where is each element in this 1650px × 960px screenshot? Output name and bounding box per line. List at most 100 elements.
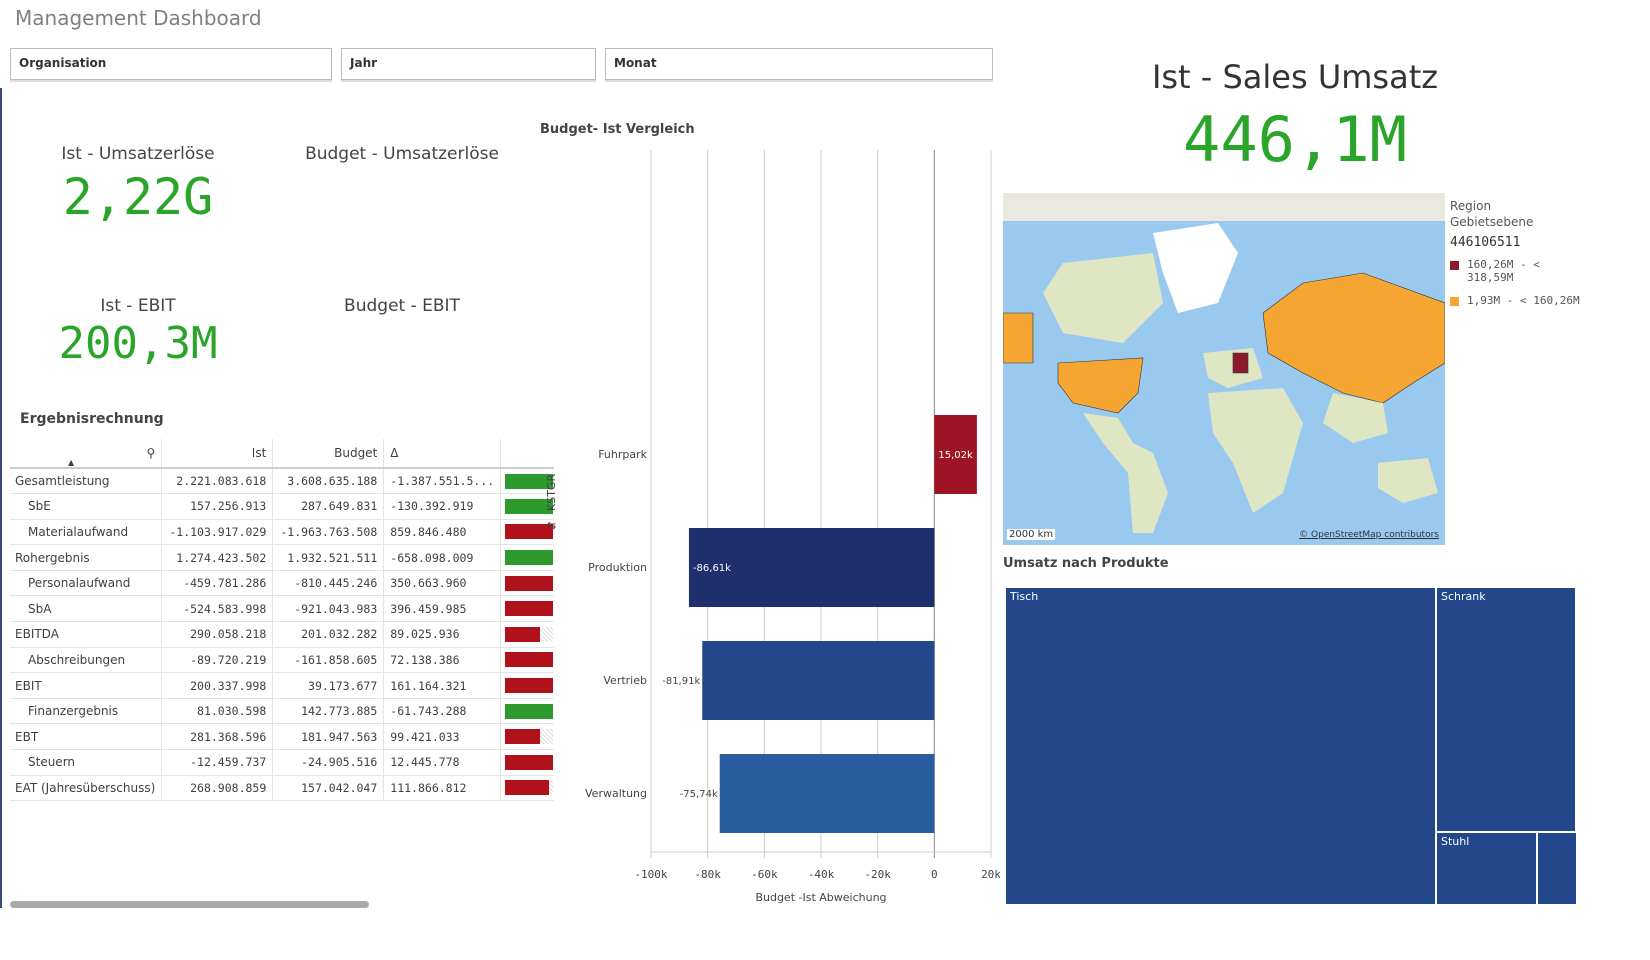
- table-title: Ergebnisrechnung: [20, 411, 164, 427]
- data-label: -86,61k: [693, 563, 731, 574]
- table-row[interactable]: EBT 281.368.596 181.947.563 99.421.033: [10, 723, 554, 751]
- sales-kpi-value: 446,1M: [1183, 103, 1407, 176]
- legend-item-1[interactable]: 160,26M - < 318,59M: [1450, 258, 1650, 284]
- table-row[interactable]: SbE 157.256.913 287.649.831 -130.392.919: [10, 493, 554, 520]
- kpi-ist-umsatz-label: Ist - Umsatzerlöse: [61, 144, 215, 164]
- delta-value: 396.459.985: [383, 595, 501, 623]
- table-row[interactable]: EBITDA 290.058.218 201.032.282 89.025.93…: [10, 621, 554, 648]
- delta-header[interactable]: Δ: [383, 439, 501, 469]
- x-tick-label: 0: [931, 868, 938, 881]
- budget-value: -921.043.983: [272, 595, 384, 623]
- x-tick-label: 20k: [981, 868, 1000, 881]
- row-name[interactable]: Gesamtleistung: [10, 468, 162, 495]
- search-icon[interactable]: ⚲: [146, 446, 155, 460]
- budget-value: 1.932.521.511: [272, 544, 384, 571]
- delta-value: -658.098.009: [383, 544, 501, 571]
- data-label: 15,02k: [938, 450, 973, 461]
- row-name[interactable]: EBT: [10, 723, 162, 751]
- filter-organisation[interactable]: Organisation: [10, 48, 332, 80]
- ist-value: -12.459.737: [161, 749, 273, 776]
- map-shapes: [1003, 223, 1445, 533]
- budget-value: 142.773.885: [272, 698, 384, 725]
- ist-value: 281.368.596: [161, 723, 273, 751]
- table-row[interactable]: Rohergebnis 1.274.423.502 1.932.521.511 …: [10, 544, 554, 571]
- table-row[interactable]: Steuern -12.459.737 -24.905.516 12.445.7…: [10, 749, 554, 776]
- budget-value: -161.858.605: [272, 647, 384, 674]
- delta-value: 89.025.936: [383, 621, 501, 648]
- row-name[interactable]: SbA: [10, 595, 162, 623]
- chart-title: Budget- Ist Vergleich: [540, 122, 695, 137]
- row-name[interactable]: Materialaufwand: [10, 519, 162, 546]
- sort-arrow-icon[interactable]: ▲: [68, 458, 74, 467]
- table-row[interactable]: Abschreibungen -89.720.219 -161.858.605 …: [10, 647, 554, 674]
- filter-jahr[interactable]: Jahr: [341, 48, 596, 80]
- table-row[interactable]: Gesamtleistung 2.221.083.618 3.608.635.1…: [10, 468, 554, 495]
- kpi-ist-ebit-label: Ist - EBIT: [100, 296, 176, 316]
- data-label: -75,74k: [680, 789, 718, 800]
- row-name[interactable]: EAT (Jahresüberschuss): [10, 775, 162, 802]
- map-scale: 2000 km: [1007, 529, 1056, 540]
- bar-vertrieb[interactable]: [702, 641, 935, 720]
- ist-value: 290.058.218: [161, 621, 273, 648]
- budget-value: 287.649.831: [272, 493, 384, 520]
- map-legend: Region Gebietsebene 446106511 160,26M - …: [1450, 199, 1650, 307]
- x-axis-title: Budget -Ist Abweichung: [755, 891, 886, 904]
- budget-value: 201.032.282: [272, 621, 384, 648]
- map-attribution-link[interactable]: © OpenStreetMap contributors: [1299, 530, 1439, 540]
- delta-mini-bar-fill: [505, 729, 540, 745]
- exchange-dimension-icon[interactable]: ⇆: [547, 519, 556, 532]
- horizontal-scrollbar[interactable]: [10, 901, 369, 908]
- x-tick-label: -20k: [864, 868, 891, 881]
- budget-value: -1.963.763.508: [272, 519, 384, 546]
- budget-header[interactable]: Budget: [272, 439, 384, 469]
- table-row[interactable]: Finanzergebnis 81.030.598 142.773.885 -6…: [10, 698, 554, 725]
- row-name[interactable]: Steuern: [10, 749, 162, 776]
- page-title: Management Dashboard: [15, 6, 262, 30]
- name-header[interactable]: ▲ ⚲: [10, 439, 162, 469]
- dimension-label-area: KSTGR ⇆: [543, 473, 561, 545]
- budget-ist-bar-chart: -100k -80k -60k -40k -20k 0 20k Fuhrpark 15,02k P…: [585, 150, 1000, 904]
- kpi-ist-umsatz-value: 2,22G: [62, 168, 214, 226]
- category-label: Vertrieb: [603, 674, 647, 687]
- region-map[interactable]: 2000 km © OpenStreetMap contributors: [1003, 193, 1445, 545]
- row-name[interactable]: EBITDA: [10, 621, 162, 648]
- y-axis-label: KSTGR: [545, 473, 558, 511]
- table-row[interactable]: Personalaufwand -459.781.286 -810.445.24…: [10, 570, 554, 597]
- category-label: Verwaltung: [585, 787, 647, 800]
- ist-value: -1.103.917.029: [161, 519, 273, 546]
- legend-item-2[interactable]: 1,93M - < 160,26M: [1450, 294, 1650, 307]
- delta-value: 350.663.960: [383, 570, 501, 597]
- row-name[interactable]: SbE: [10, 493, 162, 520]
- budget-value: 157.042.047: [272, 775, 384, 802]
- x-tick-label: -40k: [808, 868, 835, 881]
- bar-verwaltung[interactable]: [719, 754, 935, 833]
- filter-monat[interactable]: Monat: [605, 48, 993, 80]
- row-name[interactable]: Abschreibungen: [10, 647, 162, 674]
- delta-value: -1.387.551.5...: [383, 468, 501, 495]
- treemap-tile-stuhl[interactable]: Stuhl: [1436, 832, 1537, 905]
- delta-value: 859.846.480: [383, 519, 501, 546]
- row-name[interactable]: Finanzergebnis: [10, 698, 162, 725]
- ist-value: -459.781.286: [161, 570, 273, 597]
- kpi-budget-umsatz-label: Budget - Umsatzerlöse: [305, 144, 499, 164]
- row-name[interactable]: Personalaufwand: [10, 570, 162, 597]
- x-tick-label: -60k: [751, 868, 778, 881]
- table-row[interactable]: SbA -524.583.998 -921.043.983 396.459.98…: [10, 595, 554, 623]
- treemap-tile-schrank[interactable]: Schrank: [1436, 587, 1576, 832]
- row-name[interactable]: Rohergebnis: [10, 544, 162, 571]
- ist-header[interactable]: Ist: [161, 439, 273, 469]
- table-row[interactable]: EBIT 200.337.998 39.173.677 161.164.321: [10, 672, 554, 699]
- treemap-tile-tisch[interactable]: Tisch: [1005, 587, 1436, 905]
- data-label: -81,91k: [662, 676, 700, 687]
- budget-value: 3.608.635.188: [272, 468, 384, 495]
- legend-swatch: [1450, 261, 1459, 270]
- budget-value: 181.947.563: [272, 723, 384, 751]
- treemap-tile-other[interactable]: [1537, 832, 1577, 905]
- ist-value: -524.583.998: [161, 595, 273, 623]
- table-row[interactable]: EAT (Jahresüberschuss) 268.908.859 157.0…: [10, 775, 554, 802]
- legend-swatch: [1450, 297, 1459, 306]
- left-edge-border: [0, 88, 2, 908]
- table-row[interactable]: Materialaufwand -1.103.917.029 -1.963.76…: [10, 519, 554, 546]
- ist-value: 81.030.598: [161, 698, 273, 725]
- row-name[interactable]: EBIT: [10, 672, 162, 699]
